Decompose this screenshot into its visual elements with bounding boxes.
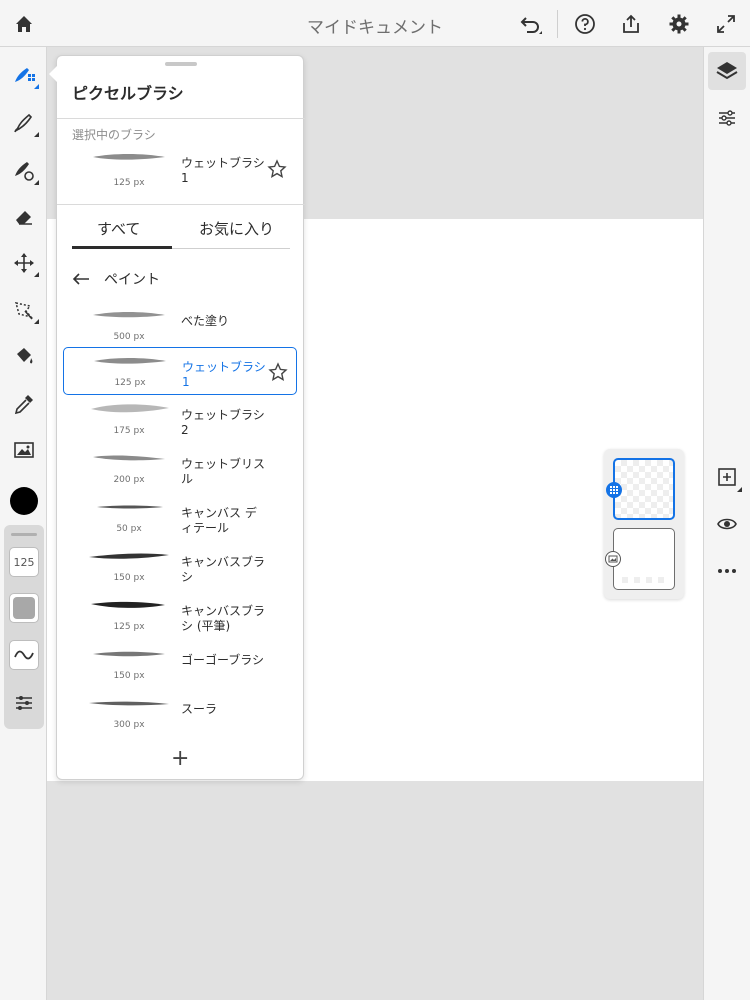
brush-size-label: 125 px [113,622,145,632]
brush-name: キャンバス ディテール [181,506,257,535]
opacity-swatch-icon [13,597,35,619]
popover-pointer [49,66,57,82]
brush-row[interactable]: 50 px キャンバス ディテール [63,494,297,542]
add-layer-icon[interactable] [710,460,744,494]
transform-move-tool-icon[interactable] [7,246,41,280]
more-options-icon[interactable] [710,554,744,588]
image-import-icon[interactable] [7,433,41,467]
brush-name: キャンバスブラシ (平筆) [181,604,266,633]
brush-stroke-preview [83,306,175,324]
brush-stroke-preview [83,498,175,516]
share-icon[interactable] [617,10,645,38]
brush-settings-panel: 125 [4,525,44,729]
brush-row[interactable]: 500 px べた塗り [63,302,297,350]
layer-stack [604,449,684,599]
brush-name: べた塗り [181,314,230,328]
current-brush-label: 選択中のブラシ [72,128,156,142]
brush-size-button[interactable]: 125 [9,547,39,577]
brush-size-label: 125 px [114,378,146,388]
color-swatch[interactable] [10,487,38,515]
top-bar: マイドキュメント [0,0,750,47]
tab-favorites[interactable]: お気に入り [199,218,274,239]
favorite-star-icon[interactable] [268,362,288,382]
brush-row[interactable]: 175 px ウェットブラシ 2 [63,396,297,444]
brush-name: ウェットブラシ 1 [181,156,265,185]
drag-handle[interactable] [11,533,37,536]
pixel-layer-thumbnail[interactable] [606,458,675,520]
undo-icon[interactable] [516,10,544,38]
brush-size-label: 200 px [113,475,145,485]
back-to-paint-row[interactable]: ペイント [72,268,160,290]
image-layer-badge-icon [605,551,621,567]
brush-row[interactable]: 150 px ゴーゴーブラシ [63,641,297,689]
pixel-brush-popover: ピクセルブラシ 選択中のブラシ 125 px ウェットブラシ 1 すべて お気に… [49,55,305,780]
brush-size-label: 300 px [113,720,145,730]
brush-name: ゴーゴーブラシ [181,653,265,667]
pixel-brush-tool-icon[interactable] [7,58,41,92]
fullscreen-icon[interactable] [712,10,740,38]
brush-row[interactable]: 150 px キャンバスブラシ [63,543,297,591]
brush-stroke-preview [83,694,175,712]
brush-size-label: 500 px [113,332,145,342]
tab-active-indicator [72,246,172,249]
thumbnail-pattern [622,577,666,583]
layers-icon[interactable] [708,52,746,90]
brush-stroke-preview [83,645,175,663]
brush-smoothing-button[interactable] [9,640,39,670]
brush-size-label: 175 px [113,426,145,436]
popover-grab-handle[interactable] [165,62,197,66]
visibility-eye-icon[interactable] [710,507,744,541]
section-divider [57,204,305,205]
add-brush-button[interactable]: + [171,748,189,770]
brush-name: ウェットブラシ 1 [182,360,266,389]
mixer-brush-tool-icon[interactable] [7,154,41,188]
brush-stroke-preview [83,449,175,467]
brush-row[interactable]: 125 px ウェットブラシ 1 [63,347,297,395]
eyedropper-tool-icon[interactable] [7,387,41,421]
adjustments-sliders-icon[interactable] [710,101,744,135]
help-icon[interactable] [571,10,599,38]
popover-title: ピクセルブラシ [72,84,184,103]
settings-gear-icon[interactable] [665,10,693,38]
brush-name: ウェットブリスル [181,457,266,486]
brush-stroke-preview [84,352,176,370]
current-brush-row[interactable]: 125 px ウェットブラシ 1 [63,144,297,194]
tab-all[interactable]: すべて [97,218,140,239]
brush-size-label: 125 px [113,178,145,188]
brush-stroke-preview [83,400,175,418]
brush-row[interactable]: 200 px ウェットブリスル [63,445,297,493]
right-toolbar [703,47,750,1000]
lasso-selection-tool-icon[interactable] [7,293,41,327]
pixel-layer-badge-icon [606,482,622,498]
brush-size-label: 50 px [116,524,142,534]
wave-icon [14,650,34,660]
live-brush-tool-icon[interactable] [7,106,41,140]
title-divider [57,118,305,119]
category-label: ペイント [104,272,160,288]
brush-stroke-preview [83,596,175,614]
eraser-tool-icon[interactable] [7,200,41,234]
toolbar-separator [557,10,558,38]
brush-name: キャンバスブラシ [181,555,266,584]
brush-stroke-preview [83,148,175,166]
brush-settings-sliders-icon[interactable] [9,688,39,718]
brush-row[interactable]: 125 px キャンバスブラシ (平筆) [63,592,297,640]
brush-name: スーラ [181,702,218,716]
brush-size-label: 150 px [113,671,145,681]
brush-row[interactable]: 300 px スーラ [63,690,297,738]
favorite-star-icon[interactable] [267,159,287,179]
brush-opacity-button[interactable] [9,593,39,623]
left-toolbar: 125 [0,47,47,1000]
fill-bucket-tool-icon[interactable] [7,340,41,374]
brush-size-label: 150 px [113,573,145,583]
image-layer-thumbnail[interactable] [605,528,675,590]
brush-name: ウェットブラシ 2 [181,408,265,437]
back-arrow-icon [72,273,89,285]
brush-stroke-preview [83,547,175,565]
